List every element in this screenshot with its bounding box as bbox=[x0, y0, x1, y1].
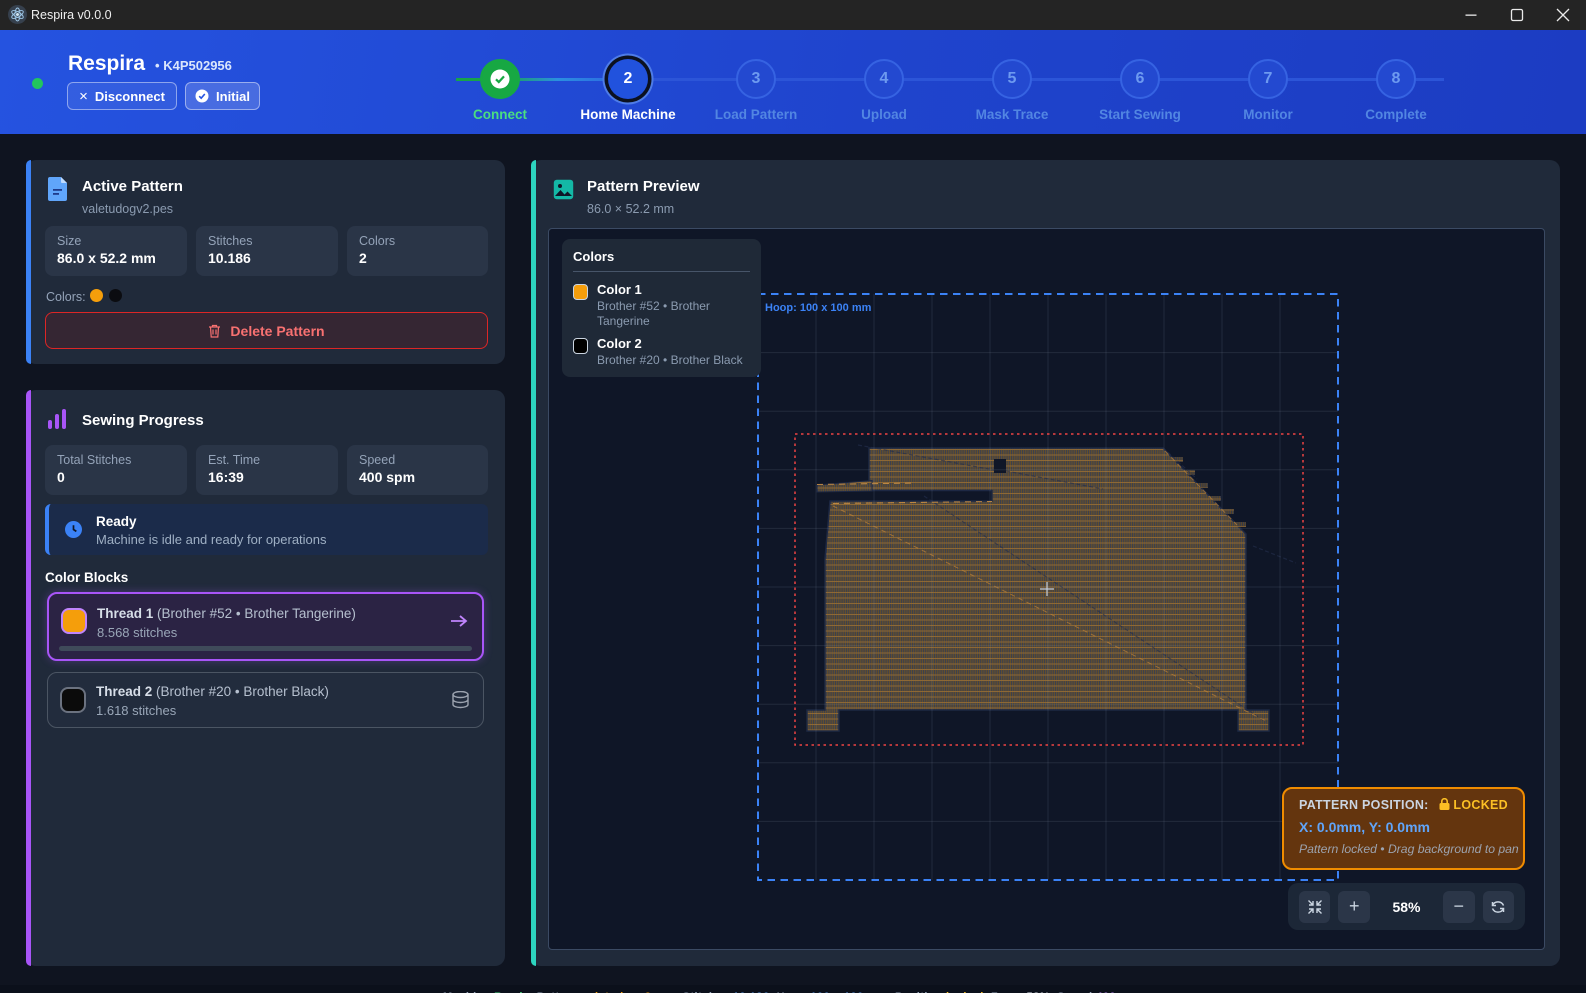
svg-text:Hoop: 100 x 100 mm: Hoop: 100 x 100 mm bbox=[765, 302, 872, 314]
